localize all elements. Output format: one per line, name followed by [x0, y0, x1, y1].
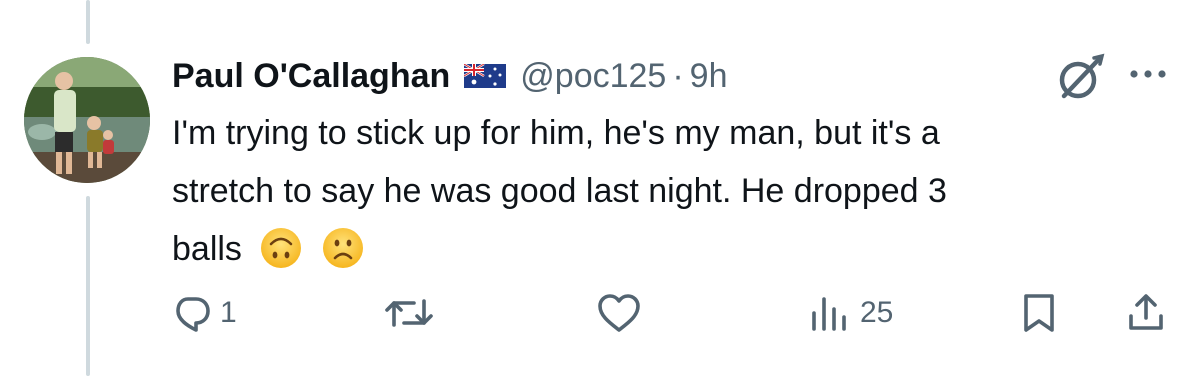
slightly-frowning-face-emoji — [321, 226, 365, 270]
tweet-header: Paul O'Callaghan @poc125 · 9h — [172, 52, 727, 100]
bookmark-button[interactable] — [1020, 288, 1058, 338]
avatar-photo — [24, 57, 150, 183]
heart-icon — [598, 294, 640, 332]
tweet-text-line: balls — [172, 230, 242, 268]
grok-icon[interactable] — [1052, 50, 1108, 106]
retweet-button[interactable] — [384, 288, 442, 338]
tweet-text: I'm trying to stick up for him, he's my … — [172, 104, 1172, 278]
views-icon — [812, 297, 846, 331]
share-icon — [1129, 294, 1163, 330]
like-button[interactable] — [596, 288, 650, 338]
more-dots-icon[interactable] — [1126, 64, 1170, 84]
views-count: 25 — [860, 296, 894, 329]
tweet-text-line: I'm trying to stick up for him, he's my … — [172, 114, 940, 152]
thread-line-top — [86, 0, 90, 44]
user-handle[interactable]: @poc125 — [520, 57, 666, 96]
display-name[interactable]: Paul O'Callaghan — [172, 57, 450, 96]
retweet-icon — [385, 299, 433, 327]
reply-count: 1 — [220, 296, 237, 329]
tweet-text-line-last: balls — [172, 220, 1172, 278]
bookmark-icon — [1024, 294, 1054, 332]
reply-button[interactable]: 1 — [172, 288, 237, 338]
views-button[interactable]: 25 — [808, 288, 893, 338]
avatar[interactable] — [24, 57, 150, 183]
timestamp[interactable]: 9h — [690, 57, 728, 96]
tweet-actions: 1 25 — [0, 288, 1200, 338]
tweet-text-line: stretch to say he was good last night. H… — [172, 172, 947, 210]
separator-dot: · — [672, 56, 684, 95]
australia-flag-icon — [463, 62, 507, 88]
thread-line-bottom — [86, 196, 90, 376]
share-button[interactable] — [1126, 288, 1166, 338]
reply-icon — [176, 297, 210, 332]
upside-down-face-emoji — [259, 226, 303, 270]
